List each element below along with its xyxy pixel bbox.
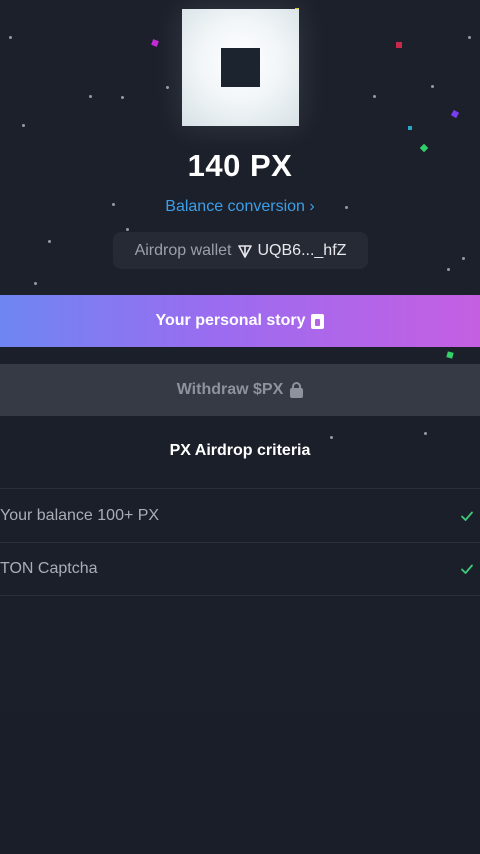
check-icon [461, 564, 473, 574]
criteria-label: Your balance 100+ PX [0, 506, 160, 524]
criteria-row: TON Captcha [0, 542, 480, 596]
story-icon [311, 313, 325, 329]
logo-center-square [221, 48, 260, 87]
criteria-row: Your balance 100+ PX [0, 488, 480, 542]
criteria-title: PX Airdrop criteria [169, 442, 311, 459]
story-button-label: Your personal story [155, 312, 306, 329]
wallet-address: UQB6..._hfZ [257, 241, 347, 259]
app-logo [182, 9, 299, 126]
lock-icon [290, 382, 304, 398]
confetti-background [0, 0, 480, 854]
balance-amount: 140 PX [187, 148, 293, 183]
withdraw-button-label: Withdraw $PX [176, 381, 284, 398]
personal-story-button[interactable]: Your personal story [0, 295, 480, 347]
check-icon [461, 511, 473, 521]
airdrop-wallet-pill[interactable]: Airdrop wallet UQB6..._hfZ [113, 232, 368, 269]
balance-conversion-link[interactable]: Balance conversion › [0, 198, 480, 216]
ton-icon [237, 244, 252, 258]
wallet-label: Airdrop wallet [134, 241, 232, 259]
withdraw-px-button[interactable]: Withdraw $PX [0, 364, 480, 416]
criteria-label: TON Captcha [0, 560, 98, 577]
